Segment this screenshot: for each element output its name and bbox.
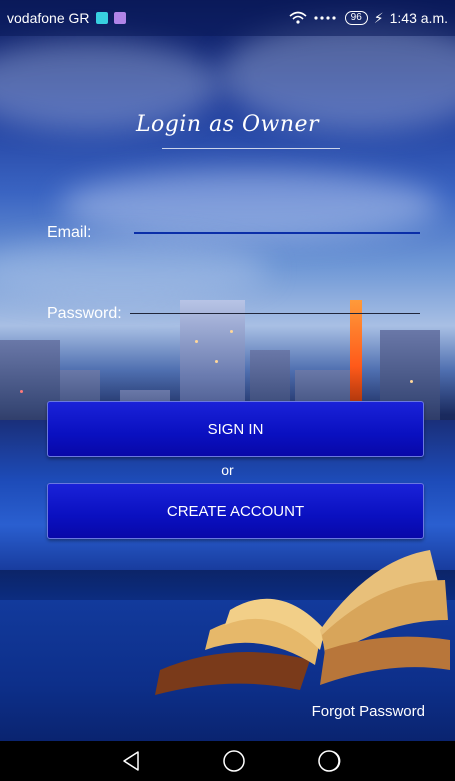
book-illustration <box>155 550 450 695</box>
create-account-button[interactable]: CREATE ACCOUNT <box>47 483 424 539</box>
charging-icon: ⚡ <box>373 9 384 26</box>
notification-icon <box>113 12 126 24</box>
recent-apps-icon[interactable] <box>318 749 342 773</box>
forgot-password-link[interactable]: Forgot Password <box>312 703 425 720</box>
or-separator: or <box>221 462 234 478</box>
email-field[interactable] <box>134 232 420 234</box>
wifi-icon <box>289 11 307 24</box>
notification-icon <box>95 12 108 24</box>
password-label: Password: <box>47 305 122 322</box>
login-screen: vodafone GR 96 ⚡ 1:43 a.m. Login as Owne… <box>0 0 455 781</box>
sign-in-button[interactable]: SIGN IN <box>47 401 424 457</box>
status-time: 1:43 a.m. <box>389 10 448 26</box>
email-label: Email: <box>47 224 92 241</box>
battery-icon: 96 <box>344 11 368 25</box>
navigation-bar <box>0 741 455 781</box>
home-icon[interactable] <box>222 749 246 773</box>
status-bar: vodafone GR 96 ⚡ 1:43 a.m. <box>0 0 455 36</box>
back-icon[interactable] <box>120 749 144 773</box>
password-field[interactable] <box>130 313 420 314</box>
carrier-label: vodafone GR <box>7 10 90 26</box>
signal-icon <box>314 16 336 20</box>
title-underline <box>162 148 340 149</box>
page-title: Login as Owner <box>135 112 320 137</box>
